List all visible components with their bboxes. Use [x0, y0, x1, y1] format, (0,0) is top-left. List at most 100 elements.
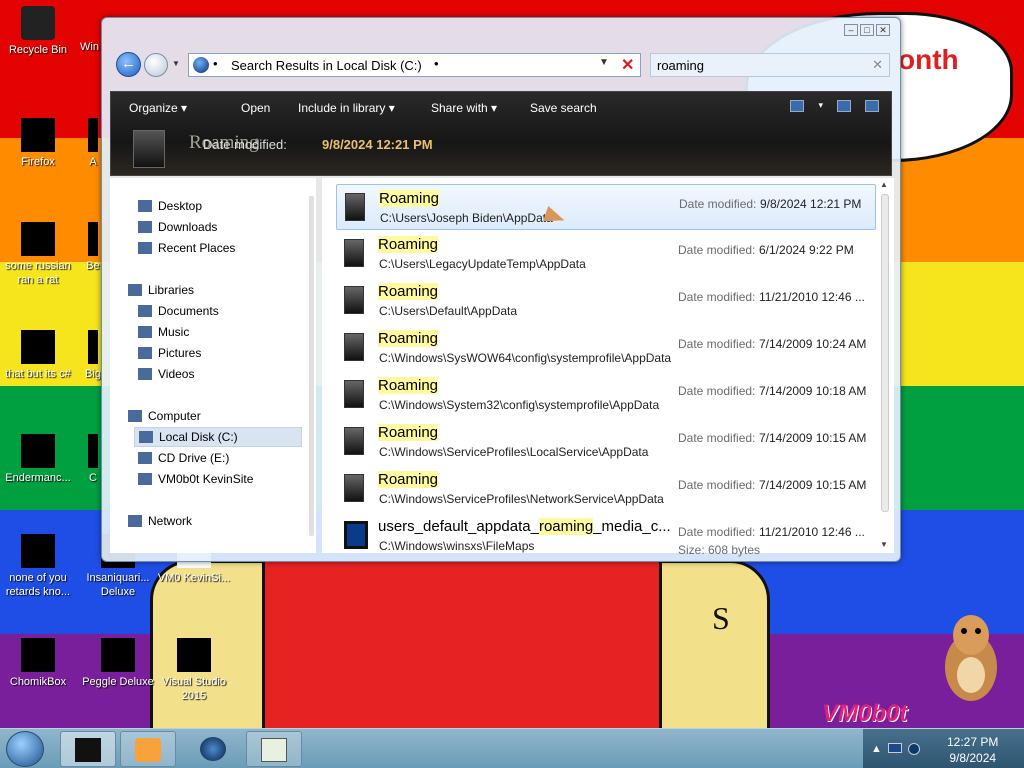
taskbar-browser[interactable] [186, 731, 242, 767]
search-query: roaming [657, 58, 704, 73]
desktop-icon-be[interactable]: Be [84, 222, 102, 273]
desktop-icon-recycle-bin[interactable]: Recycle Bin [0, 6, 76, 57]
recycle-bin-icon [21, 6, 55, 40]
folder-icon [345, 193, 365, 221]
desktop-icon-c[interactable]: C [84, 434, 102, 485]
search-highlight: Roaming [378, 424, 439, 441]
nav-item-local-disk-c[interactable]: Local Disk (C:) [134, 427, 302, 447]
recent-pages-dropdown[interactable]: ▼ [172, 59, 180, 68]
nav-item-music[interactable]: Music [134, 322, 302, 342]
scroll-up-icon[interactable]: ▲ [880, 180, 888, 189]
forward-button[interactable] [144, 53, 168, 77]
stop-search-icon[interactable]: ✕ [621, 55, 634, 75]
network-icon[interactable] [887, 743, 902, 753]
nav-item-cd-drive-e[interactable]: CD Drive (E:) [134, 448, 302, 468]
nav-item-recent-places[interactable]: Recent Places [134, 238, 302, 258]
result-row[interactable]: users_default_appdata_roaming_media_c...… [336, 513, 876, 559]
desktop-icon-chomikbox[interactable]: ChomikBox [0, 638, 76, 689]
nav-item-label: Downloads [158, 220, 218, 234]
nav-item-computer[interactable]: Computer [124, 406, 302, 426]
scroll-down-icon[interactable]: ▼ [880, 540, 888, 549]
open-button[interactable]: Open [241, 101, 270, 115]
wallpaper-figure-mark: S [712, 600, 730, 636]
include-in-library-button[interactable]: Include in library ▾ [298, 101, 395, 115]
nav-item-downloads[interactable]: Downloads [134, 217, 302, 237]
desktop-icon-peggle[interactable]: Peggle Deluxe [80, 638, 156, 689]
result-row[interactable]: Roaming C:\Windows\System32\config\system… [336, 372, 876, 418]
desktop-icon-none-of-you[interactable]: none of you retards kno... [0, 534, 76, 599]
help-icon[interactable] [865, 100, 879, 112]
taskbar-media-player[interactable] [120, 731, 176, 767]
desktop-icon-big[interactable]: Big [84, 330, 102, 381]
desktop-icon-a[interactable]: A [84, 118, 102, 169]
volume-icon[interactable] [907, 743, 920, 755]
nav-item-label: Local Disk (C:) [159, 430, 238, 444]
result-row[interactable]: Roaming C:\Windows\ServiceProfiles\Networ… [336, 466, 876, 512]
back-button[interactable]: ← [116, 52, 141, 77]
result-name: Roaming [378, 330, 439, 347]
app-icon [88, 434, 98, 468]
nav-item-network[interactable]: Network [124, 511, 302, 531]
result-path: C:\Users\Joseph Biden\AppData [380, 211, 553, 225]
media-player-icon [135, 738, 161, 762]
desktop-icon-win[interactable]: Win [70, 6, 100, 54]
taskbar-notepad[interactable] [246, 731, 302, 767]
result-row[interactable]: Roaming C:\Windows\ServiceProfiles\LocalS… [336, 419, 876, 465]
nav-item-desktop[interactable]: Desktop [134, 196, 302, 216]
maximize-button[interactable]: □ [860, 24, 874, 36]
search-input[interactable]: roaming ✕ [650, 53, 890, 77]
desktop-icon-endermanc[interactable]: Endermanc... [0, 434, 76, 485]
desktop-icon-russian[interactable]: some russian ran a rat [0, 222, 76, 287]
desktop-icon-firefox[interactable]: Firefox [0, 118, 76, 169]
close-button[interactable]: ✕ [876, 24, 890, 36]
nav-item-icon [128, 410, 142, 422]
nav-scrollbar[interactable] [308, 184, 315, 549]
organize-button[interactable]: Organize ▾ [129, 101, 187, 115]
scroll-thumb[interactable] [881, 194, 889, 512]
desktop-icon-visual-studio[interactable]: Visual Studio 2015 [156, 638, 232, 703]
minimize-button[interactable]: ‒ [844, 24, 858, 36]
nav-item-label: Videos [158, 367, 195, 381]
nav-item-icon [128, 284, 142, 296]
result-date: 7/14/2009 10:15 AM [759, 431, 867, 445]
search-highlight: Roaming [378, 377, 439, 394]
address-dropdown-icon[interactable]: ▼ [599, 57, 609, 68]
preview-pane-icon[interactable] [837, 100, 851, 112]
nav-item-label: CD Drive (E:) [158, 451, 230, 465]
clear-search-icon[interactable]: ✕ [872, 57, 883, 73]
result-row[interactable]: Roaming C:\Windows\SysWOW64\config\system… [336, 325, 876, 371]
address-row: ← ▼ • Search Results in Local Disk (C:) … [110, 50, 894, 80]
result-date: 7/14/2009 10:15 AM [759, 478, 867, 492]
desktop-icon-csharp[interactable]: that but its c# [0, 330, 76, 381]
result-row[interactable]: Roaming C:\Users\Joseph Biden\AppData Date… [336, 184, 876, 230]
nav-item-icon [138, 200, 152, 212]
result-name: Roaming [378, 236, 439, 253]
view-dropdown-icon[interactable]: ▾ [818, 100, 823, 112]
results-scrollbar[interactable]: ▲ ▼ [878, 180, 892, 551]
start-button[interactable] [6, 731, 44, 767]
search-highlight: Roaming [379, 190, 440, 207]
share-with-button[interactable]: Share with ▾ [431, 101, 497, 115]
nav-item-pictures[interactable]: Pictures [134, 343, 302, 363]
save-search-button[interactable]: Save search [530, 101, 597, 115]
taskbar-explorer[interactable] [60, 731, 116, 767]
nav-item-libraries[interactable]: Libraries [124, 280, 302, 300]
show-hidden-icons[interactable]: ▲ [871, 743, 882, 755]
clock[interactable]: 12:27 PM 9/8/2024 [947, 734, 998, 766]
result-row[interactable]: Roaming C:\Users\Default\AppData Date modi… [336, 278, 876, 324]
result-row[interactable]: Roaming C:\Users\LegacyUpdateTemp\AppData… [336, 231, 876, 277]
address-separator: • [213, 56, 218, 71]
command-bar: Organize ▾ Open Include in library ▾ Sha… [110, 91, 892, 176]
result-path: C:\Windows\winsxs\FileMaps [379, 539, 535, 553]
search-results-icon [193, 57, 209, 73]
browser-icon [200, 737, 226, 761]
nav-item-videos[interactable]: Videos [134, 364, 302, 384]
address-bar[interactable]: • Search Results in Local Disk (C:) • ▼ … [188, 53, 641, 77]
change-view-icon[interactable] [790, 100, 805, 112]
result-date: 6/1/2024 9:22 PM [759, 243, 854, 257]
nav-item-documents[interactable]: Documents [134, 301, 302, 321]
chomikbox-icon [21, 638, 55, 672]
result-name: users_default_appdata_roaming_media_c... [378, 518, 671, 535]
taskbar: ▲ 12:27 PM 9/8/2024 [0, 728, 1024, 768]
nav-item-vm0b0t-kevinsite[interactable]: VM0b0t KevinSite [134, 469, 302, 489]
